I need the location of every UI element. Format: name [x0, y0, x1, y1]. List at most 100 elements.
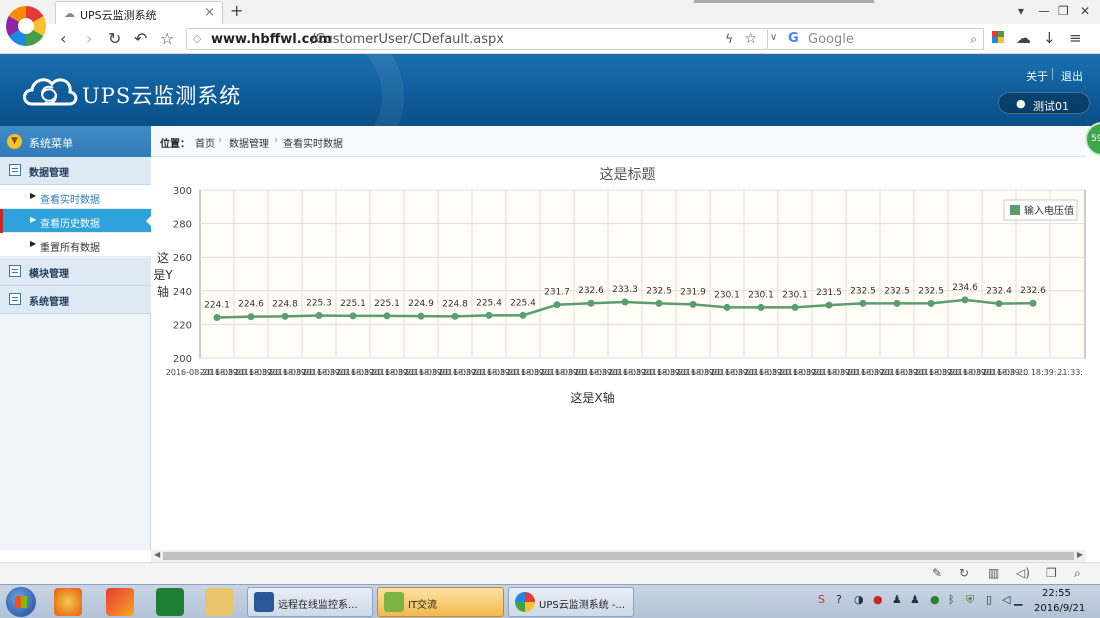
sidebar-item-label: 系统管理: [29, 297, 69, 308]
user-name: 测试01: [1033, 100, 1069, 113]
trash-icon[interactable]: ▥: [988, 566, 999, 580]
sidebar-subitem-history[interactable]: ▶ 查看历史数据: [0, 209, 152, 233]
top-indicator: [694, 0, 874, 3]
qq-icon[interactable]: ♟: [910, 593, 920, 606]
clock-date[interactable]: 2016/9/21: [1034, 603, 1085, 614]
scroll-left-icon[interactable]: ◀: [154, 550, 160, 559]
close-window-icon[interactable]: ✕: [1080, 4, 1090, 18]
browser-logo-icon[interactable]: [6, 6, 46, 46]
folder-icon[interactable]: [205, 588, 233, 616]
taskbar-task-word[interactable]: 远程在线监控系...: [247, 587, 373, 617]
security-icon[interactable]: ●: [930, 593, 940, 606]
app-pin-icon[interactable]: [106, 588, 134, 616]
forward-icon[interactable]: ›: [86, 29, 92, 48]
task-label: UPS云监测系统 -...: [539, 600, 626, 611]
browser-tab[interactable]: ☁ UPS云监测系统 ×: [55, 1, 223, 24]
address-bar[interactable]: ◇ www.hbffwl.com /CustomerUser/CDefault.…: [186, 28, 768, 50]
sidebar-item-system-management[interactable]: 系统管理: [0, 286, 151, 314]
y-tick-label: 220: [173, 320, 192, 331]
bluetooth-icon[interactable]: ᛒ: [948, 593, 955, 606]
user-icon: ●: [1016, 97, 1026, 110]
breadcrumb-current: 查看实时数据: [283, 139, 343, 150]
browser-nav-bar: ‹ › ↻ ↶ ☆ ◇ www.hbffwl.com /CustomerUser…: [0, 24, 1100, 54]
data-point: [995, 300, 1003, 308]
data-point: [281, 312, 289, 320]
reload-icon[interactable]: ↻: [108, 29, 121, 48]
network-icon[interactable]: ◑: [854, 593, 864, 606]
sidebar-subitem-reset[interactable]: ▶ 重置所有数据: [0, 233, 151, 257]
cloud-sync-icon[interactable]: ☁: [1016, 29, 1031, 47]
undo-icon[interactable]: ↶: [134, 29, 147, 48]
user-menu[interactable]: ● 测试01: [998, 92, 1090, 114]
taskbar-task-browser[interactable]: UPS云监测系统 -...: [508, 587, 634, 617]
shield-icon[interactable]: ⛨: [966, 593, 974, 607]
close-tab-icon[interactable]: ×: [204, 5, 215, 20]
data-label: 225.4: [510, 298, 536, 308]
signal-icon[interactable]: ▁: [1014, 593, 1022, 606]
breadcrumb-data-management[interactable]: 数据管理: [229, 135, 269, 150]
lightning-icon[interactable]: ϟ: [725, 32, 733, 46]
shield-icon: ◇: [193, 32, 202, 45]
back-icon[interactable]: ‹: [60, 29, 66, 48]
volume-icon[interactable]: ◁): [1016, 566, 1030, 580]
minimize-icon[interactable]: —: [1038, 4, 1050, 18]
device-icon[interactable]: ▯: [986, 593, 992, 606]
data-point: [315, 311, 323, 319]
data-label: 225.4: [476, 298, 502, 308]
apps-icon[interactable]: [992, 31, 1004, 43]
bookmark-star-icon[interactable]: ☆: [744, 31, 757, 47]
data-point: [791, 303, 799, 311]
browser-tab-bar: ☁ UPS云监测系统 × + ▾ — ❐ ✕: [0, 0, 1100, 24]
antivirus-icon[interactable]: ●: [873, 593, 883, 606]
data-label: 225.1: [340, 299, 366, 309]
shirt-icon[interactable]: ▾: [1018, 4, 1024, 18]
data-label: 224.9: [408, 299, 434, 309]
data-point: [383, 312, 391, 320]
breadcrumb-home[interactable]: 首页: [195, 135, 215, 150]
word-icon: [254, 592, 274, 612]
taskbar-task-it-chat[interactable]: IT交流: [377, 587, 504, 617]
logout-link[interactable]: 退出: [1061, 68, 1083, 84]
menu-icon[interactable]: ≡: [1069, 29, 1082, 47]
chevron-down-icon[interactable]: ∨: [770, 32, 777, 43]
download-icon[interactable]: ↓: [1043, 29, 1056, 47]
data-label: 232.5: [884, 286, 910, 296]
app-pin-icon[interactable]: [54, 588, 82, 616]
notification-badge[interactable]: 59: [1085, 122, 1100, 156]
scrollbar-thumb[interactable]: [163, 552, 1074, 560]
search-box[interactable]: ∨ G Google ⌕: [768, 28, 984, 50]
sidebar-item-data-management[interactable]: 数据管理: [0, 157, 151, 185]
help-icon[interactable]: ?: [836, 593, 842, 606]
data-point: [757, 303, 765, 311]
qq-icon[interactable]: ♟: [892, 593, 902, 606]
start-button[interactable]: [6, 587, 36, 617]
chevron-down-icon: ▼: [7, 134, 22, 149]
data-point: [349, 312, 357, 320]
refresh-icon[interactable]: ↻: [959, 566, 969, 580]
y-axis-label: 是Y: [153, 268, 173, 282]
app-title: UPS云监测系统: [82, 84, 242, 108]
window-icon[interactable]: ❐: [1046, 566, 1057, 580]
data-point: [451, 312, 459, 320]
clock-time[interactable]: 22:55: [1042, 588, 1071, 599]
pin-icon[interactable]: ✎: [932, 566, 942, 580]
search-input[interactable]: Google: [808, 32, 854, 47]
search-icon[interactable]: ⌕: [970, 32, 977, 47]
maximize-icon[interactable]: ❐: [1058, 4, 1069, 18]
data-label: 232.4: [986, 287, 1012, 297]
favorite-icon[interactable]: ☆: [160, 29, 174, 48]
excel-icon[interactable]: [156, 588, 184, 616]
sidebar-subitem-realtime[interactable]: ▶ 查看实时数据: [0, 185, 151, 209]
new-tab-icon[interactable]: +: [230, 1, 243, 20]
zoom-icon[interactable]: ⌕: [1074, 566, 1081, 581]
sidebar-item-module-management[interactable]: 模块管理: [0, 258, 151, 286]
input-method-icon[interactable]: S: [818, 593, 825, 606]
speaker-icon[interactable]: ◁: [1002, 593, 1010, 606]
y-tick-label: 260: [173, 253, 192, 264]
horizontal-scrollbar[interactable]: ◀ ▶: [151, 550, 1086, 562]
task-label: 远程在线监控系...: [278, 600, 358, 611]
about-link[interactable]: 关于: [1026, 68, 1048, 84]
y-tick-label: 240: [173, 287, 192, 298]
tab-title: UPS云监测系统: [80, 9, 157, 22]
scroll-right-icon[interactable]: ▶: [1077, 550, 1083, 559]
